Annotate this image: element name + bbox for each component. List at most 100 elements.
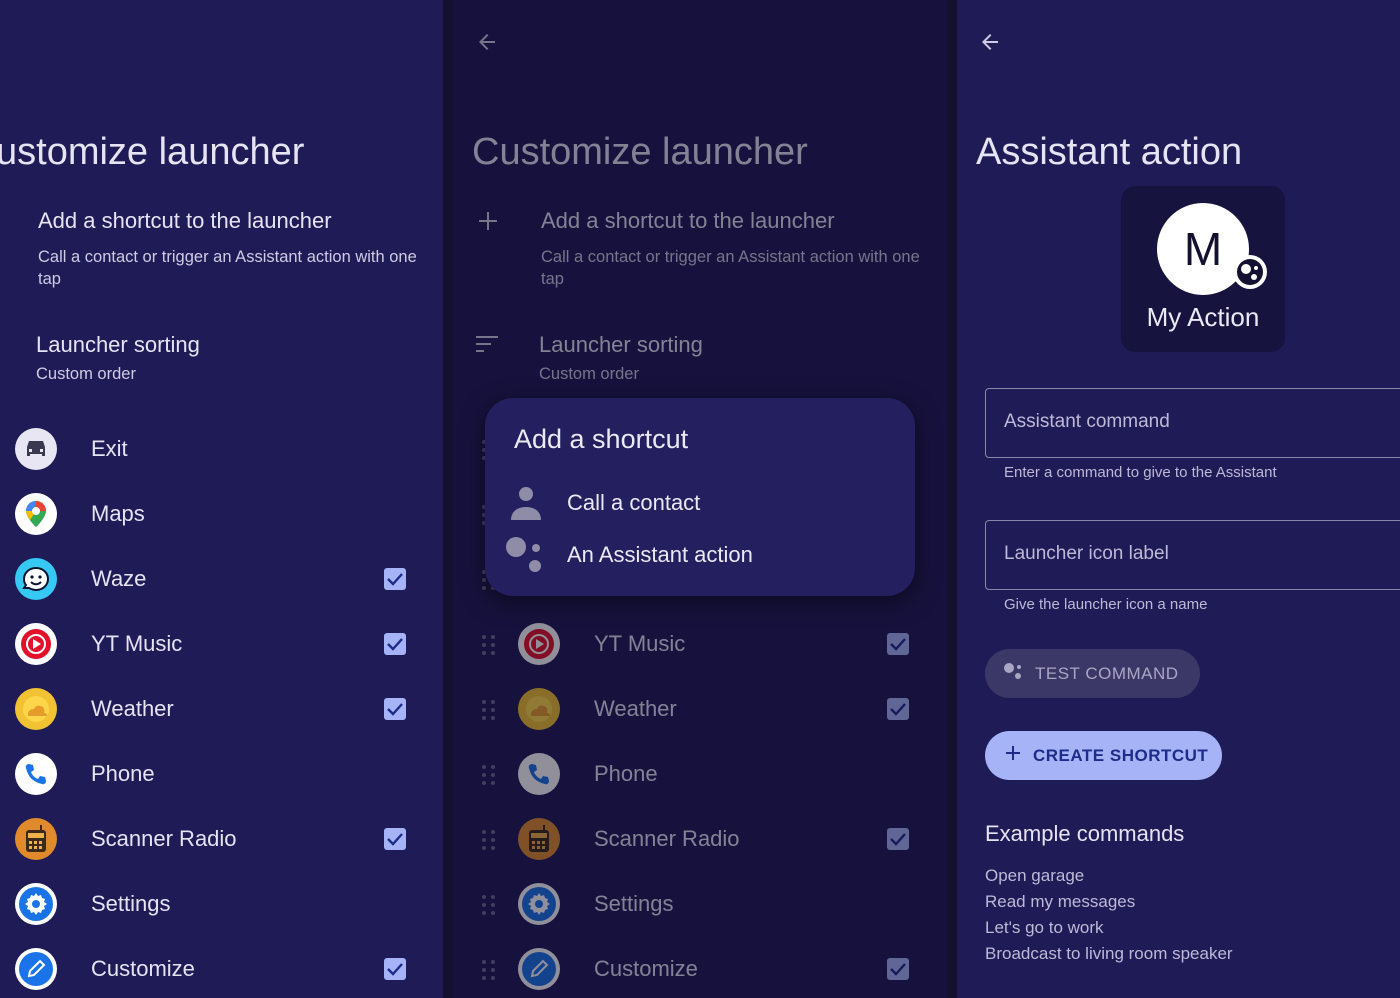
back-arrow-icon[interactable]	[978, 30, 1002, 54]
create-shortcut-label: CREATE SHORTCUT	[1033, 745, 1209, 765]
phone-icon	[518, 753, 560, 795]
assistant-command-helper: Enter a command to give to the Assistant	[1004, 464, 1277, 481]
drag-handle-icon[interactable]	[482, 960, 496, 980]
launcher-app-row[interactable]: Customize	[453, 937, 947, 998]
add-shortcut-subtitle: Call a contact or trigger an Assistant a…	[38, 248, 417, 288]
customize-launcher-panel: ustomize launcher Add a shortcut to the …	[0, 0, 443, 998]
app-label: Settings	[91, 891, 171, 916]
scanner-radio-icon	[15, 818, 57, 860]
visible-checkbox[interactable]	[887, 698, 909, 720]
launcher-sorting-title: Launcher sorting	[36, 332, 200, 357]
launcher-sorting-value: Custom order	[539, 365, 639, 383]
app-label: Exit	[91, 436, 128, 461]
launcher-app-row[interactable]: Weather	[0, 677, 443, 742]
test-command-button[interactable]: TEST COMMAND	[985, 649, 1200, 698]
plus-icon	[477, 210, 499, 232]
launcher-sorting-item[interactable]: Launcher sorting Custom order	[36, 332, 200, 385]
call-contact-label: Call a contact	[567, 490, 701, 515]
launcher-app-row[interactable]: Phone	[0, 742, 443, 807]
sort-icon	[476, 335, 500, 353]
car-icon	[15, 428, 57, 470]
add-shortcut-item[interactable]: Add a shortcut to the launcher Call a co…	[38, 208, 418, 290]
back-arrow-icon[interactable]	[475, 30, 499, 54]
dialog-title: Add a shortcut	[514, 424, 689, 454]
app-label: Waze	[91, 566, 147, 591]
add-shortcut-title: Add a shortcut to the launcher	[38, 208, 332, 233]
visible-checkbox[interactable]	[887, 633, 909, 655]
add-shortcut-dialog: Add a shortcut Call a contact An Assista…	[485, 398, 915, 596]
drag-handle-icon[interactable]	[482, 765, 496, 785]
launcher-app-row[interactable]: YT Music	[0, 612, 443, 677]
visible-checkbox[interactable]	[384, 828, 406, 850]
page-title: ustomize launcher	[0, 131, 305, 173]
launcher-app-row[interactable]: Scanner Radio	[0, 807, 443, 872]
launcher-app-row[interactable]: Exit	[0, 417, 443, 482]
yt-music-icon	[518, 623, 560, 665]
create-shortcut-button[interactable]: CREATE SHORTCUT	[985, 731, 1222, 780]
launcher-app-row[interactable]: Maps	[0, 482, 443, 547]
visible-checkbox[interactable]	[887, 958, 909, 980]
app-label: Customize	[594, 956, 698, 981]
example-command: Broadcast to living room speaker	[985, 944, 1233, 963]
test-command-label: TEST COMMAND	[1035, 663, 1179, 683]
launcher-sorting-value: Custom order	[36, 365, 136, 383]
waze-icon	[15, 558, 57, 600]
launcher-sorting-item[interactable]: Launcher sorting Custom order	[539, 332, 703, 385]
app-label: Phone	[91, 761, 155, 786]
example-command: Open garage	[985, 866, 1085, 885]
weather-sun-icon	[518, 688, 560, 730]
person-icon	[508, 484, 544, 525]
visible-checkbox[interactable]	[384, 568, 406, 590]
drag-handle-icon[interactable]	[482, 830, 496, 850]
assistant-command-field[interactable]: Assistant command	[985, 388, 1400, 458]
yt-music-icon	[15, 623, 57, 665]
gear-icon	[518, 883, 560, 925]
launcher-app-row[interactable]: Waze	[0, 547, 443, 612]
example-command: Let's go to work	[985, 918, 1104, 937]
launcher-sorting-title: Launcher sorting	[539, 332, 703, 357]
launcher-app-row[interactable]: Customize	[0, 937, 443, 998]
assistant-icon	[1003, 661, 1025, 686]
app-label: Scanner Radio	[91, 826, 237, 851]
assistant-action-option[interactable]: An Assistant action	[505, 532, 895, 576]
launcher-icon-label-helper: Give the launcher icon a name	[1004, 596, 1208, 613]
pencil-icon	[15, 948, 57, 990]
visible-checkbox[interactable]	[384, 633, 406, 655]
add-shortcut-subtitle: Call a contact or trigger an Assistant a…	[541, 248, 920, 288]
drag-handle-icon[interactable]	[482, 700, 496, 720]
launcher-app-row[interactable]: Settings	[0, 872, 443, 937]
visible-checkbox[interactable]	[887, 828, 909, 850]
shortcut-preview-label: My Action	[1146, 302, 1260, 332]
assistant-action-label: An Assistant action	[567, 542, 753, 567]
launcher-icon-label-field[interactable]: Launcher icon label	[985, 520, 1400, 590]
call-contact-option[interactable]: Call a contact	[505, 480, 895, 524]
add-shortcut-item[interactable]: Add a shortcut to the launcher Call a co…	[541, 208, 921, 290]
app-label: Weather	[594, 696, 677, 721]
avatar-letter: M	[1183, 223, 1223, 275]
assistant-action-panel: Assistant action M My Action Assistant c…	[957, 0, 1400, 998]
app-label: YT Music	[594, 631, 686, 656]
launcher-app-row[interactable]: Phone	[453, 742, 947, 807]
visible-checkbox[interactable]	[384, 698, 406, 720]
drag-handle-icon[interactable]	[482, 635, 496, 655]
launcher-icon-label-label: Launcher icon label	[1004, 543, 1169, 564]
example-commands-title: Example commands	[985, 821, 1185, 846]
example-command: Read my messages	[985, 892, 1136, 911]
assistant-command-label: Assistant command	[1004, 411, 1170, 432]
scanner-radio-icon	[518, 818, 560, 860]
app-label: Settings	[594, 891, 674, 916]
launcher-app-row[interactable]: Settings	[453, 872, 947, 937]
app-label: Customize	[91, 956, 195, 981]
visible-checkbox[interactable]	[384, 958, 406, 980]
app-label: Weather	[91, 696, 174, 721]
gear-icon	[15, 883, 57, 925]
launcher-app-row[interactable]: Weather	[453, 677, 947, 742]
assistant-badge-icon	[1233, 255, 1267, 289]
weather-sun-icon	[15, 688, 57, 730]
launcher-app-row[interactable]: Scanner Radio	[453, 807, 947, 872]
drag-handle-icon[interactable]	[482, 895, 496, 915]
phone-icon	[15, 753, 57, 795]
pencil-icon	[518, 948, 560, 990]
launcher-app-row[interactable]: YT Music	[453, 612, 947, 677]
shortcut-preview: M My Action	[1121, 186, 1285, 352]
